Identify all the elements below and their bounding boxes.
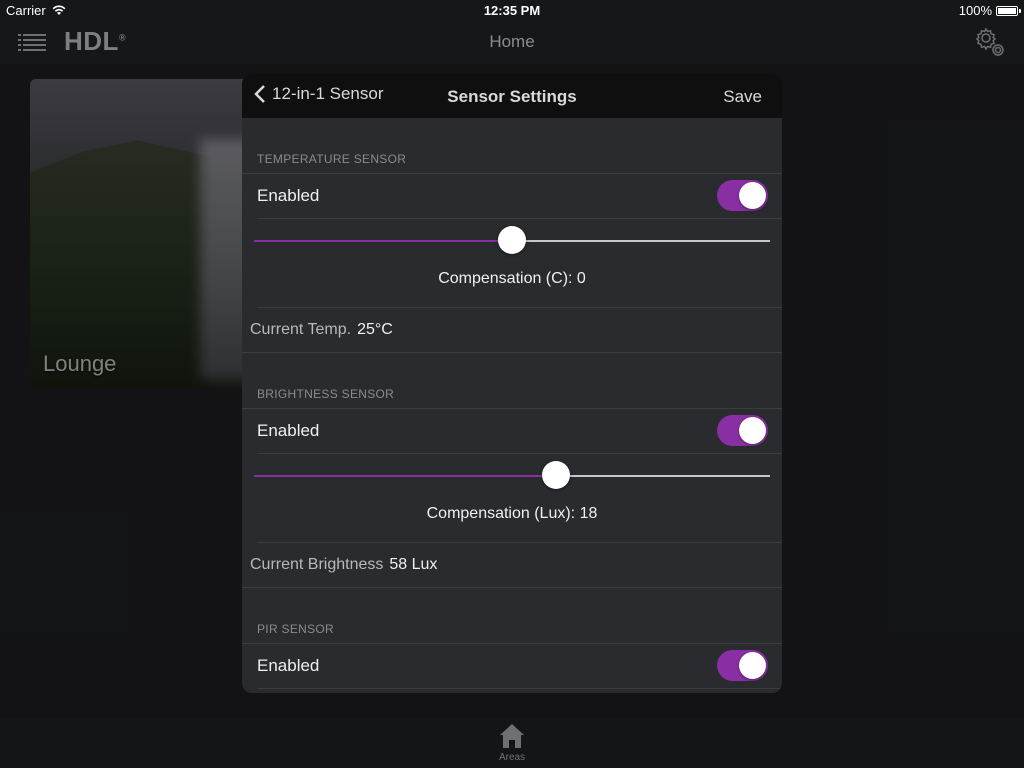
settings-gear-icon[interactable] — [974, 26, 1006, 58]
modal-header: 12-in-1 Sensor Sensor Settings Save — [242, 74, 782, 118]
pir-enabled-label: Enabled — [257, 656, 320, 675]
sensor-settings-modal: 12-in-1 Sensor Sensor Settings Save TEMP… — [242, 74, 782, 693]
current-brightness-label: Current Brightness 58 Lux — [250, 556, 437, 574]
temperature-compensation-text: Compensation (C): 0 — [438, 270, 586, 287]
modal-body[interactable]: TEMPERATURE SENSOR Enabled Compensation … — [242, 118, 782, 693]
current-brightness-label-text: Current Brightness — [250, 556, 384, 573]
temperature-enabled-toggle[interactable] — [717, 180, 768, 211]
home-icon — [500, 724, 524, 748]
toggle-knob — [739, 417, 766, 444]
toggle-knob — [739, 182, 766, 209]
brightness-compensation-text: Compensation (Lux): 18 — [426, 505, 598, 522]
temperature-enabled-row: Enabled — [257, 174, 782, 219]
brightness-enabled-toggle[interactable] — [717, 415, 768, 446]
status-bar: Carrier 12:35 PM 100% — [0, 0, 1024, 20]
tab-bar: Areas — [0, 718, 1024, 768]
brightness-compensation-row: Compensation (Lux): 18 — [254, 454, 782, 543]
nav-bar: HDL® Home — [0, 20, 1024, 64]
current-temp-value: 25°C — [357, 321, 393, 338]
battery-level — [998, 7, 1016, 14]
page-title: Home — [489, 32, 535, 51]
current-temp-label-text: Current Temp. — [250, 321, 352, 338]
status-right: 100% — [958, 3, 1021, 18]
modal-title: Sensor Settings — [447, 87, 577, 106]
current-temp-row: Current Temp. 25°C — [242, 308, 782, 353]
current-brightness-row: Current Brightness 58 Lux — [242, 543, 782, 588]
brightness-compensation-slider[interactable] — [254, 461, 770, 489]
slider-fill — [254, 240, 512, 242]
brightness-enabled-row: Enabled — [257, 409, 782, 454]
tab-areas[interactable]: Areas — [492, 722, 532, 763]
battery-percent: 100% — [958, 3, 992, 18]
slider-thumb[interactable] — [498, 226, 526, 254]
pir-slider-row — [257, 689, 782, 693]
current-brightness-value: 58 Lux — [389, 556, 438, 573]
battery-icon — [996, 5, 1021, 16]
brightness-enabled-label: Enabled — [257, 421, 320, 440]
temperature-compensation-row: Compensation (C): 0 — [254, 219, 782, 308]
tab-areas-label: Areas — [498, 752, 526, 763]
section-header-pir: PIR SENSOR — [242, 588, 782, 644]
toggle-knob — [739, 652, 766, 679]
section-header-brightness: BRIGHTNESS SENSOR — [242, 353, 782, 409]
pir-enabled-toggle[interactable] — [717, 650, 768, 681]
temperature-enabled-label: Enabled — [257, 186, 320, 205]
temperature-compensation-slider[interactable] — [254, 226, 770, 254]
slider-thumb[interactable] — [541, 461, 570, 489]
pir-enabled-row: Enabled — [257, 644, 782, 689]
save-button[interactable]: Save — [723, 87, 762, 107]
status-time: 12:35 PM — [483, 3, 541, 18]
section-header-temperature: TEMPERATURE SENSOR — [242, 118, 782, 174]
slider-fill — [254, 475, 556, 477]
current-temp-label: Current Temp. 25°C — [250, 321, 393, 339]
